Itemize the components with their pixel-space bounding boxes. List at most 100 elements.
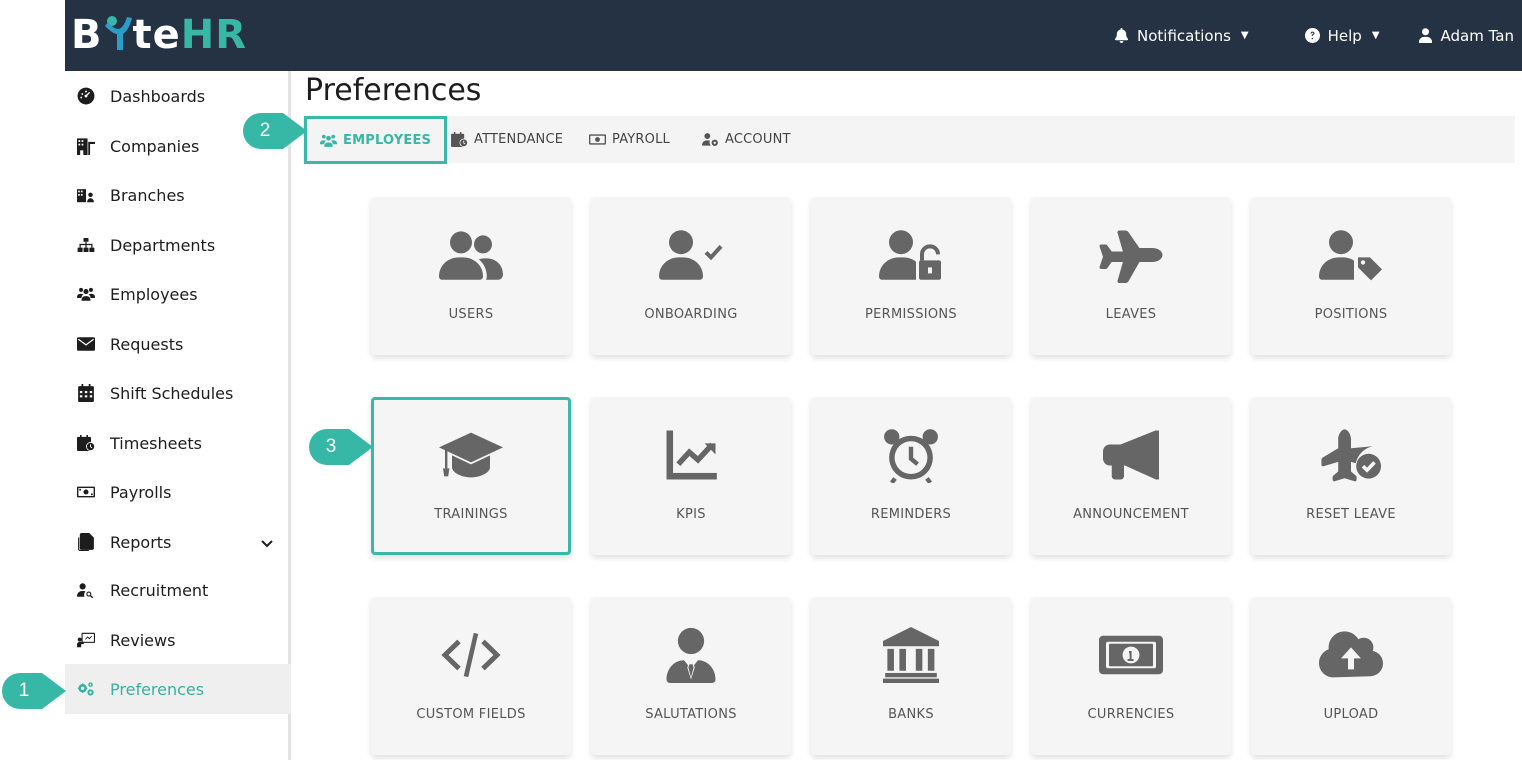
tile-kpis[interactable]: KPIS (591, 397, 791, 555)
sidebar-item-label: Employees (110, 284, 198, 304)
tile-label: RESET LEAVE (1306, 507, 1396, 522)
caret-down-icon: ▼ (1371, 30, 1380, 41)
money-bill-icon (76, 482, 96, 502)
user-menu[interactable]: Adam Tan (1408, 27, 1522, 45)
sidebar: Dashboards Companies Branches Department… (65, 71, 291, 760)
sidebar-item-label: Reviews (110, 630, 176, 650)
sidebar-item-label: Timesheets (110, 433, 202, 453)
tile-currencies[interactable]: CURRENCIES (1031, 597, 1231, 755)
callout-1: 1 (2, 672, 66, 709)
notifications-label: Notifications (1137, 26, 1231, 45)
tab-label: EMPLOYEES (343, 132, 432, 148)
callout-3: 3 (309, 428, 373, 465)
page: BteHR Notifications ▼ Help ▼ Adam Tan Da… (0, 0, 1522, 760)
tab-attendance[interactable]: ATTENDANCE (451, 116, 563, 163)
preferences-tabs: EMPLOYEES ATTENDANCE PAYROLL ACCOUNT (303, 116, 1515, 164)
sidebar-item-preferences[interactable]: Preferences (65, 664, 291, 714)
top-right-menu: Notifications ▼ Help ▼ Adam Tan (1104, 0, 1522, 71)
chart-line-icon (591, 427, 791, 483)
logo-y-figure-icon (104, 16, 132, 50)
sidebar-item-label: Companies (110, 136, 200, 156)
gears-icon (76, 679, 96, 699)
user-tag-icon (1251, 227, 1451, 283)
sidebar-item-departments[interactable]: Departments (65, 220, 291, 270)
tab-employees[interactable]: EMPLOYEES (304, 116, 448, 164)
tile-label: SALUTATIONS (645, 707, 737, 722)
tab-label: PAYROLL (612, 132, 670, 147)
chalkboard-user-icon (76, 630, 96, 650)
tile-trainings[interactable]: TRAININGS (371, 397, 571, 555)
sidebar-item-reviews[interactable]: Reviews (65, 615, 291, 665)
tile-leaves[interactable]: LEAVES (1031, 197, 1231, 355)
sitemap-icon (76, 235, 96, 255)
calendar-clock-icon (76, 433, 96, 453)
sidebar-item-recruitment[interactable]: Recruitment (65, 565, 291, 615)
tile-label: PERMISSIONS (865, 307, 957, 322)
tile-label: ANNOUNCEMENT (1073, 507, 1189, 522)
gauge-icon (76, 86, 96, 106)
plane-icon (1031, 227, 1231, 283)
money-bill-1-icon (1031, 627, 1231, 683)
tile-label: CUSTOM FIELDS (416, 707, 526, 722)
user-gear-icon (702, 133, 718, 146)
envelope-icon (76, 334, 96, 354)
users-icon (371, 227, 571, 283)
tile-upload[interactable]: UPLOAD (1251, 597, 1451, 755)
chevron-down-icon[interactable] (261, 534, 273, 548)
tile-permissions[interactable]: PERMISSIONS (811, 197, 1011, 355)
caret-down-icon: ▼ (1240, 30, 1249, 41)
tab-payroll[interactable]: PAYROLL (589, 116, 670, 163)
sidebar-item-label: Dashboards (110, 86, 206, 106)
calendar-clock-icon (451, 132, 468, 147)
user-tie-icon (591, 627, 791, 683)
sidebar-item-label: Shift Schedules (110, 383, 234, 403)
tile-label: REMINDERS (870, 507, 952, 522)
help-dropdown[interactable]: Help ▼ (1295, 27, 1390, 45)
sidebar-item-payrolls[interactable]: Payrolls (65, 467, 291, 517)
sidebar-item-timesheets[interactable]: Timesheets (65, 418, 291, 468)
tile-label: USERS (448, 307, 494, 322)
tile-onboarding[interactable]: ONBOARDING (591, 197, 791, 355)
tab-label: ACCOUNT (725, 132, 791, 147)
tile-banks[interactable]: BANKS (811, 597, 1011, 755)
building-user-icon (76, 185, 96, 205)
sidebar-item-label: Requests (110, 334, 184, 354)
sidebar-item-requests[interactable]: Requests (65, 319, 291, 369)
sidebar-item-employees[interactable]: Employees (65, 269, 291, 319)
sidebar-item-shift-schedules[interactable]: Shift Schedules (65, 368, 291, 418)
notifications-dropdown[interactable]: Notifications ▼ (1104, 27, 1259, 45)
tile-label: ONBOARDING (644, 307, 738, 322)
sidebar-item-branches[interactable]: Branches (65, 170, 291, 220)
cloud-upload-icon (1251, 627, 1451, 683)
tile-salutations[interactable]: SALUTATIONS (591, 597, 791, 755)
tile-label: POSITIONS (1314, 307, 1388, 322)
user-search-icon (76, 580, 96, 600)
tile-reset-leave[interactable]: RESET LEAVE (1251, 397, 1451, 555)
money-bill-icon (589, 134, 606, 145)
tile-reminders[interactable]: REMINDERS (811, 397, 1011, 555)
tile-custom-fields[interactable]: CUSTOM FIELDS (371, 597, 571, 755)
building-icon (76, 136, 96, 156)
tile-label: LEAVES (1105, 307, 1157, 322)
sidebar-item-reports[interactable]: Reports (65, 517, 291, 567)
tile-users[interactable]: USERS (371, 197, 571, 355)
sidebar-item-label: Reports (110, 532, 172, 552)
tile-announcement[interactable]: ANNOUNCEMENT (1031, 397, 1231, 555)
user-icon (1418, 28, 1432, 43)
sidebar-item-label: Recruitment (110, 580, 209, 600)
app-logo[interactable]: BteHR (71, 11, 247, 59)
question-circle-icon (1304, 28, 1320, 43)
tab-account[interactable]: ACCOUNT (702, 116, 791, 163)
users-icon (320, 134, 337, 147)
sidebar-item-label: Branches (110, 185, 185, 205)
plane-circle-check-icon (1251, 427, 1451, 483)
tile-label: UPLOAD (1323, 707, 1379, 722)
tab-label: ATTENDANCE (474, 132, 564, 147)
tile-positions[interactable]: POSITIONS (1251, 197, 1451, 355)
tile-label: TRAININGS (434, 507, 508, 522)
calendar-icon (76, 383, 96, 403)
tile-label: KPIS (676, 507, 706, 522)
user-lock-icon (811, 227, 1011, 283)
page-title: Preferences (305, 73, 482, 108)
top-navbar: BteHR Notifications ▼ Help ▼ Adam Tan (65, 0, 1522, 71)
